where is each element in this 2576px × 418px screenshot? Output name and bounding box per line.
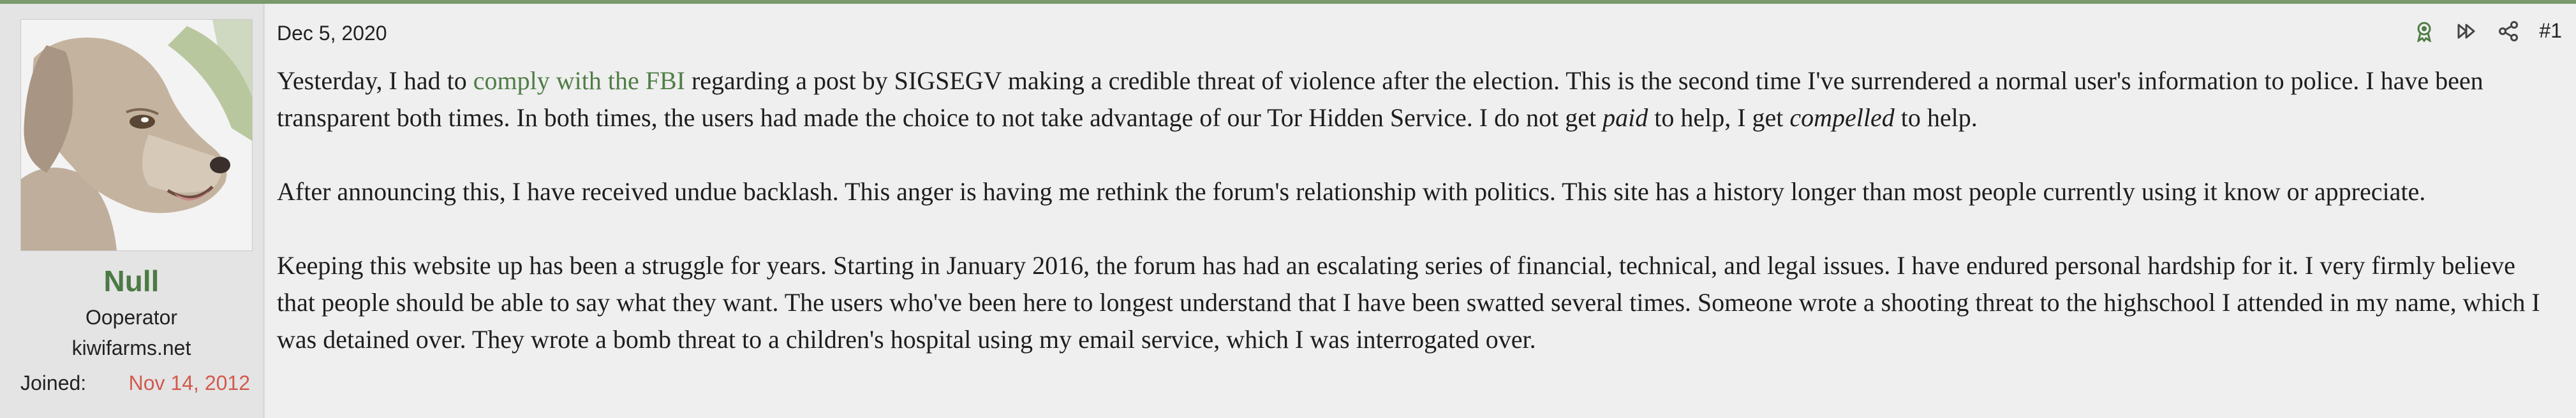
forum-post: Null Ooperator kiwifarms.net Joined: Nov… <box>0 0 2576 418</box>
share-icon[interactable] <box>2497 20 2520 43</box>
username[interactable]: Null <box>0 264 263 298</box>
joined-label: Joined: <box>20 371 87 394</box>
post-actions: #1 <box>2413 19 2562 43</box>
text-segment: to help, I get <box>1648 103 1790 132</box>
post-body: Yesterday, I had to comply with the FBI … <box>277 62 2548 395</box>
user-banner: kiwifarms.net <box>71 336 191 359</box>
paragraph-1: Yesterday, I had to comply with the FBI … <box>277 62 2548 136</box>
emphasis: compelled <box>1789 103 1895 132</box>
paragraph-2: After announcing this, I have received u… <box>277 177 2426 206</box>
post-main: Dec 5, 2020 #1 Yesterday, I had to compl… <box>276 4 2576 418</box>
post-date[interactable]: Dec 5, 2020 <box>277 22 387 45</box>
avatar[interactable] <box>20 19 253 251</box>
dog-avatar-illustration <box>21 20 252 250</box>
emphasis: paid <box>1603 103 1648 132</box>
paragraph-3: Keeping this website up has been a strug… <box>277 251 2540 354</box>
text-segment: Yesterday, I had to <box>277 66 473 95</box>
fbi-link[interactable]: comply with the FBI <box>473 66 685 95</box>
post-number-link[interactable]: #1 <box>2539 19 2562 43</box>
user-sidebar: Null Ooperator kiwifarms.net Joined: Nov… <box>0 4 265 418</box>
fast-forward-icon[interactable] <box>2455 20 2478 43</box>
joined-date: Nov 14, 2012 <box>128 371 250 394</box>
ribbon-icon[interactable] <box>2413 20 2436 43</box>
user-title: Ooperator <box>85 306 178 329</box>
text-segment: to help. <box>1894 103 1978 132</box>
